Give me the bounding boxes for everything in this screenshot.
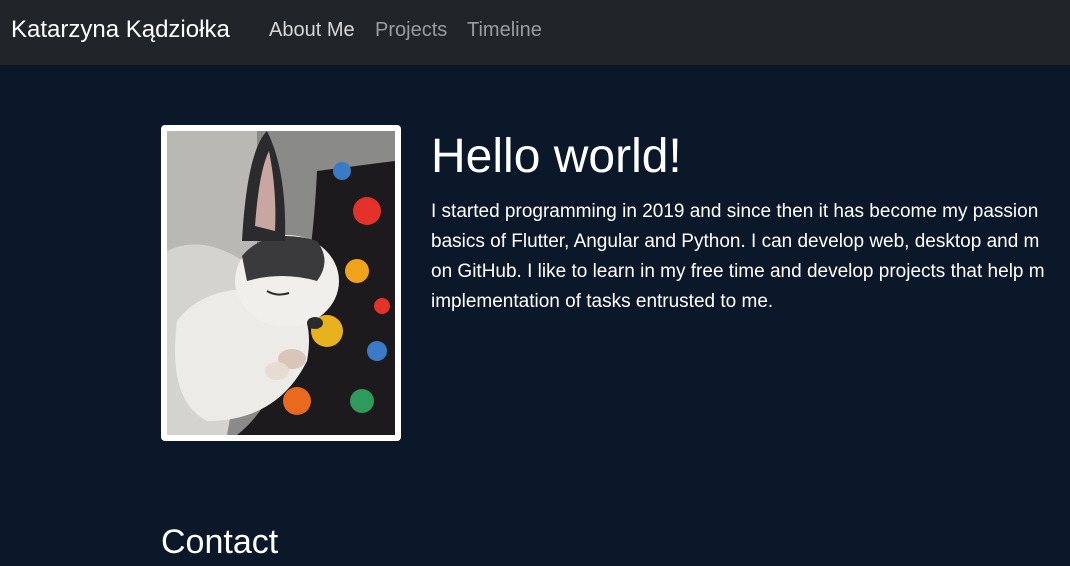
about-text-line: implementation of tasks entrusted to me.	[431, 291, 774, 312]
about-text-line: on GitHub. I like to learn in my free ti…	[431, 261, 1045, 282]
nav-link-timeline[interactable]: Timeline	[467, 18, 542, 42]
about-text-line: basics of Flutter, Angular and Python. I…	[431, 231, 1040, 252]
profile-photo-frame	[161, 125, 401, 441]
nav-link-about-me[interactable]: About Me	[269, 18, 355, 42]
contact-heading: Contact	[161, 523, 279, 561]
profile-photo	[167, 131, 395, 435]
navbar: Katarzyna Kądziołka About Me Projects Ti…	[0, 0, 1070, 65]
about-text: I started programming in 2019 and since …	[431, 197, 1070, 317]
nav-link-projects[interactable]: Projects	[375, 18, 447, 42]
brand-link[interactable]: Katarzyna Kądziołka	[11, 15, 230, 45]
page-title: Hello world!	[431, 130, 682, 183]
about-text-line: I started programming in 2019 and since …	[431, 201, 1039, 222]
